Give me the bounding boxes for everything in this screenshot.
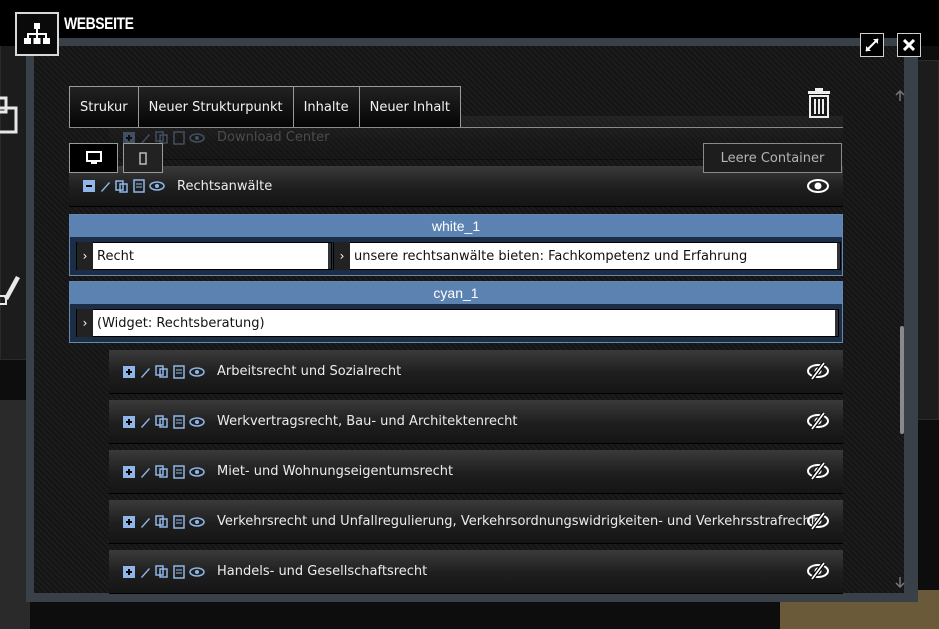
document-icon[interactable]	[173, 514, 185, 529]
mobile-icon	[139, 151, 147, 165]
tree-item-label: Rechtsanwälte	[177, 178, 273, 194]
tree-item-label: Handels- und Gesellschaftsrecht	[217, 564, 428, 579]
content-cell[interactable]: › Recht	[76, 242, 332, 270]
tree-item-label: Arbeitsrecht und Sozialrecht	[217, 364, 402, 379]
desktop-icon	[85, 151, 102, 164]
expand-icon[interactable]	[860, 33, 884, 57]
tab-neuer-strukturpunkt[interactable]: Neuer Strukturpunkt	[138, 86, 294, 128]
empty-containers-button[interactable]: Leere Container	[703, 143, 842, 173]
plus-icon[interactable]	[123, 415, 135, 428]
tree-item-child[interactable]: Miet- und Wohnungseigentumsrecht	[109, 450, 843, 494]
content-cell-text[interactable]: unsere rechtsanwälte bieten: Fachkompete…	[350, 243, 840, 269]
eye-icon[interactable]	[189, 516, 205, 527]
scrollbar-thumb[interactable]	[900, 326, 904, 434]
plus-icon[interactable]	[123, 565, 135, 578]
arrow-down-icon[interactable]	[895, 576, 905, 588]
copy-icon[interactable]	[155, 365, 169, 378]
content-container[interactable]: white_1 › Recht › unsere rechtsanwälte b…	[69, 214, 843, 276]
copy-page-icon[interactable]	[0, 96, 20, 138]
pencil-icon[interactable]	[139, 566, 151, 578]
pencil-icon[interactable]	[99, 180, 111, 192]
eye-icon[interactable]	[807, 178, 829, 194]
tab-struktur[interactable]: Strukur	[69, 86, 139, 128]
chevron-right-icon[interactable]: ›	[77, 309, 93, 337]
eye-hidden-icon[interactable]	[807, 562, 829, 580]
eye-icon[interactable]	[189, 366, 205, 377]
tree-item-label: Werkvertragsrecht, Bau- und Architektenr…	[217, 414, 518, 429]
tree-item-child[interactable]: Verkehrsrecht und Unfallregulierung, Ver…	[109, 500, 843, 544]
sitemap-icon[interactable]	[15, 12, 59, 56]
desktop-view-button[interactable]	[69, 143, 118, 173]
plus-icon[interactable]	[123, 465, 135, 478]
tab-divider	[69, 127, 843, 128]
tab-inhalte[interactable]: Inhalte	[293, 86, 360, 128]
mobile-view-button[interactable]	[123, 143, 163, 173]
eye-hidden-icon[interactable]	[807, 512, 829, 530]
eye-icon[interactable]	[189, 566, 205, 577]
copy-icon[interactable]	[155, 565, 169, 578]
close-icon[interactable]	[897, 33, 921, 57]
pencil-icon[interactable]	[139, 366, 151, 378]
copy-icon[interactable]	[155, 415, 169, 428]
content-cell-text[interactable]: Recht	[93, 243, 331, 269]
chevron-right-icon[interactable]: ›	[334, 242, 350, 270]
eye-icon[interactable]	[189, 416, 205, 427]
plus-icon[interactable]	[123, 515, 135, 528]
eye-hidden-icon[interactable]	[807, 362, 829, 380]
pencil-icon[interactable]	[139, 466, 151, 478]
document-icon[interactable]	[173, 130, 185, 145]
content-cell-text[interactable]: (Widget: Rechtsberatung)	[93, 310, 838, 336]
pencil-icon[interactable]	[139, 516, 151, 528]
chevron-right-icon[interactable]: ›	[77, 242, 93, 270]
pencil-icon[interactable]	[139, 132, 151, 144]
app-title: WEBSEITE	[64, 14, 134, 33]
tree-item-child[interactable]: Werkvertragsrecht, Bau- und Architektenr…	[109, 400, 843, 444]
content-cell[interactable]: › unsere rechtsanwälte bieten: Fachkompe…	[333, 242, 841, 270]
tab-neuer-inhalt[interactable]: Neuer Inhalt	[359, 86, 462, 128]
plus-icon[interactable]	[123, 131, 135, 144]
document-icon[interactable]	[173, 364, 185, 379]
copy-icon[interactable]	[115, 179, 129, 193]
tab-bar: Strukur Neuer Strukturpunkt Inhalte Neue…	[69, 86, 462, 128]
tree-item-label: Download Center	[217, 130, 330, 145]
document-icon[interactable]	[173, 464, 185, 479]
content-cell[interactable]: › (Widget: Rechtsberatung)	[76, 309, 839, 337]
arrow-up-icon[interactable]	[895, 90, 905, 102]
copy-icon[interactable]	[155, 465, 169, 478]
plus-icon[interactable]	[123, 365, 135, 378]
container-title: white_1	[70, 215, 842, 237]
document-icon[interactable]	[173, 564, 185, 579]
eye-hidden-icon[interactable]	[807, 462, 829, 480]
document-icon[interactable]	[173, 414, 185, 429]
eye-icon[interactable]	[189, 132, 205, 143]
background-building	[915, 60, 939, 420]
copy-icon[interactable]	[155, 515, 169, 528]
eye-icon[interactable]	[189, 466, 205, 477]
container-title: cyan_1	[70, 282, 842, 304]
trash-icon[interactable]	[806, 88, 832, 122]
tree-item-child[interactable]: Arbeitsrecht und Sozialrecht	[109, 350, 843, 394]
tree-item-child[interactable]: Handels- und Gesellschaftsrecht	[109, 550, 843, 594]
eye-icon[interactable]	[149, 181, 165, 191]
edit-page-icon[interactable]	[0, 270, 20, 310]
minus-icon[interactable]	[83, 180, 95, 192]
document-icon[interactable]	[133, 179, 145, 193]
tree-item-label: Verkehrsrecht und Unfallregulierung, Ver…	[217, 514, 816, 529]
tree-item-label: Miet- und Wohnungseigentumsrecht	[217, 464, 454, 479]
eye-hidden-icon[interactable]	[807, 412, 829, 430]
content-container[interactable]: cyan_1 › (Widget: Rechtsberatung)	[69, 281, 843, 343]
pencil-icon[interactable]	[139, 416, 151, 428]
